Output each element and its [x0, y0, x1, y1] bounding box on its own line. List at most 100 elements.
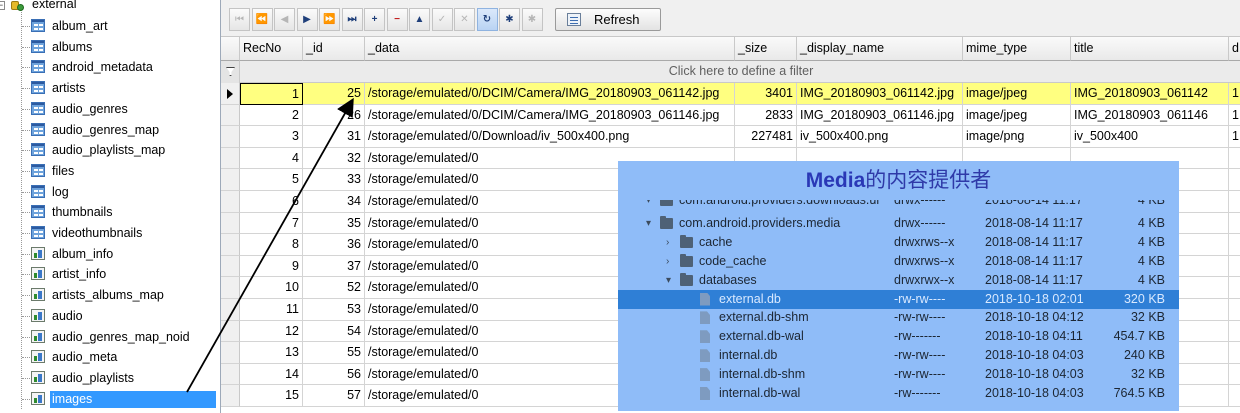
cell-recno[interactable]: 8: [240, 234, 303, 256]
cell-id[interactable]: 37: [303, 255, 365, 278]
cell-d[interactable]: 1: [1229, 126, 1240, 148]
tree-item-album-info[interactable]: album_info: [0, 244, 216, 264]
column-header-title[interactable]: title: [1071, 37, 1229, 61]
cell-recno[interactable]: 10: [240, 277, 303, 299]
cell-id[interactable]: 57: [303, 385, 365, 407]
cell-data[interactable]: /storage/emulated/0/Download/iv_500x400.…: [365, 126, 735, 148]
last-record-button[interactable]: ⏭: [341, 8, 363, 31]
first-record-button[interactable]: ⏮: [229, 8, 250, 31]
row-indicator[interactable]: [221, 169, 240, 191]
collapse-icon[interactable]: −: [0, 1, 5, 10]
cell-id[interactable]: 25: [303, 83, 365, 105]
tree-item-videothumbnails[interactable]: videothumbnails: [0, 223, 216, 243]
cell-id[interactable]: 52: [303, 277, 365, 299]
cell-recno[interactable]: 9: [240, 255, 303, 278]
prior-page-button[interactable]: ⏪: [251, 8, 273, 31]
cell-recno[interactable]: 11: [240, 299, 303, 321]
tree-item-files[interactable]: files: [0, 161, 216, 181]
file-row[interactable]: › code_cache drwxrws--x 2018-08-14 11:17 4 K…: [618, 252, 1179, 271]
tree-item-artists-albums-map[interactable]: artists_albums_map: [0, 285, 216, 305]
tree-item-audio-playlists-map[interactable]: audio_playlists_map: [0, 140, 216, 160]
cell-recno[interactable]: 6: [240, 191, 303, 213]
current-row-indicator[interactable]: [221, 83, 240, 105]
cell-id[interactable]: 35: [303, 212, 365, 235]
file-row[interactable]: ▾ databases drwxrwx--x 2018-08-14 11:17 4 KB: [618, 271, 1179, 290]
cell-recno[interactable]: 3: [240, 126, 303, 148]
tree-item-artists[interactable]: artists: [0, 78, 216, 98]
cell-mime[interactable]: image/jpeg: [963, 104, 1071, 127]
delete-record-button[interactable]: −: [386, 8, 408, 31]
file-row[interactable]: internal.db -rw-rw---- 2018-10-18 04:03 240…: [618, 346, 1179, 365]
tree-item-albums[interactable]: albums: [0, 37, 216, 57]
cell-id[interactable]: 32: [303, 147, 365, 170]
cell-d[interactable]: [1229, 213, 1240, 235]
file-row[interactable]: external.db -rw-rw---- 2018-10-18 02:01 320…: [618, 289, 1179, 309]
cell-title[interactable]: iv_500x400: [1071, 126, 1229, 148]
cell-id[interactable]: 54: [303, 320, 365, 343]
column-header-data[interactable]: _data: [365, 37, 735, 61]
row-indicator[interactable]: [221, 320, 240, 343]
tree-item-android-metadata[interactable]: android_metadata: [0, 57, 216, 77]
tree-item-audio[interactable]: audio: [0, 306, 216, 326]
cell-d[interactable]: [1229, 256, 1240, 278]
tree-item-audio-meta[interactable]: audio_meta: [0, 347, 216, 367]
tree-item-audio-playlists[interactable]: audio_playlists: [0, 368, 216, 388]
column-header-size[interactable]: _size: [735, 37, 797, 61]
cell-d[interactable]: 1: [1229, 105, 1240, 127]
cell-mime[interactable]: image/jpeg: [963, 83, 1071, 105]
cell-d[interactable]: [1229, 299, 1240, 321]
cell-id[interactable]: 55: [303, 342, 365, 364]
cell-display-name[interactable]: IMG_20180903_061142.jpg: [797, 83, 963, 105]
cell-recno[interactable]: 5: [240, 169, 303, 191]
cancel-edit-button[interactable]: ✕: [454, 8, 475, 31]
chevron-down-icon[interactable]: ▾: [666, 271, 671, 290]
row-indicator[interactable]: [221, 126, 240, 148]
post-edit-button[interactable]: ✓: [431, 8, 453, 31]
cancel-updates-button[interactable]: ✱: [521, 8, 543, 31]
cell-id[interactable]: 33: [303, 169, 365, 191]
file-row[interactable]: ▾ com.android.providers.media drwx------ 20…: [618, 214, 1179, 233]
tree-item-album-art[interactable]: album_art: [0, 16, 216, 36]
cell-id[interactable]: 36: [303, 234, 365, 256]
file-row[interactable]: › cache drwxrws--x 2018-08-14 11:17 4 KB: [618, 233, 1179, 252]
cell-size[interactable]: 227481: [735, 126, 797, 148]
insert-record-button[interactable]: +: [364, 8, 385, 31]
cell-recno[interactable]: 13: [240, 342, 303, 364]
cell-data[interactable]: /storage/emulated/0/DCIM/Camera/IMG_2018…: [365, 83, 735, 105]
cell-size[interactable]: 3401: [735, 83, 797, 105]
row-indicator[interactable]: [221, 363, 240, 386]
cell-title[interactable]: IMG_20180903_061146: [1071, 104, 1229, 127]
cell-display-name[interactable]: IMG_20180903_061146.jpg: [797, 104, 963, 127]
cell-recno[interactable]: 4: [240, 147, 303, 170]
row-indicator[interactable]: [221, 104, 240, 127]
cell-mime[interactable]: image/png: [963, 126, 1071, 148]
cell-id[interactable]: 26: [303, 104, 365, 127]
next-page-button[interactable]: ⏩: [319, 8, 340, 31]
file-row[interactable]: internal.db-shm -rw-rw---- 2018-10-18 04:0…: [618, 365, 1179, 384]
cell-d[interactable]: 1: [1229, 83, 1240, 105]
tree-item-audio-genres-map-noid[interactable]: audio_genres_map_noid: [0, 327, 216, 347]
cell-recno[interactable]: 14: [240, 363, 303, 386]
edit-record-button[interactable]: ▲: [409, 8, 430, 31]
prior-record-button[interactable]: ◀: [274, 8, 295, 31]
tree-item-artist-info[interactable]: artist_info: [0, 264, 216, 284]
cell-recno[interactable]: 1: [240, 83, 303, 105]
file-row[interactable]: internal.db-wal -rw------- 2018-10-18 04:0…: [618, 384, 1179, 403]
row-indicator[interactable]: [221, 147, 240, 170]
cell-recno[interactable]: 15: [240, 385, 303, 407]
cell-id[interactable]: 56: [303, 363, 365, 386]
row-indicator[interactable]: [221, 234, 240, 256]
column-header-display-name[interactable]: _display_name: [797, 37, 963, 61]
cell-title[interactable]: IMG_20180903_061142: [1071, 83, 1229, 105]
cell-d[interactable]: [1229, 385, 1240, 407]
chevron-down-icon[interactable]: ▾: [646, 200, 651, 210]
cell-d[interactable]: [1229, 342, 1240, 364]
tree-item-audio-genres[interactable]: audio_genres: [0, 99, 216, 119]
chevron-right-icon[interactable]: ›: [666, 252, 669, 271]
cell-d[interactable]: [1229, 364, 1240, 386]
row-indicator[interactable]: [221, 212, 240, 235]
refresh-data-button[interactable]: ↻: [476, 8, 498, 31]
filter-row[interactable]: Click here to define a filter: [221, 61, 1240, 83]
row-indicator[interactable]: [221, 299, 240, 321]
refresh-button[interactable]: Refresh: [555, 8, 661, 31]
